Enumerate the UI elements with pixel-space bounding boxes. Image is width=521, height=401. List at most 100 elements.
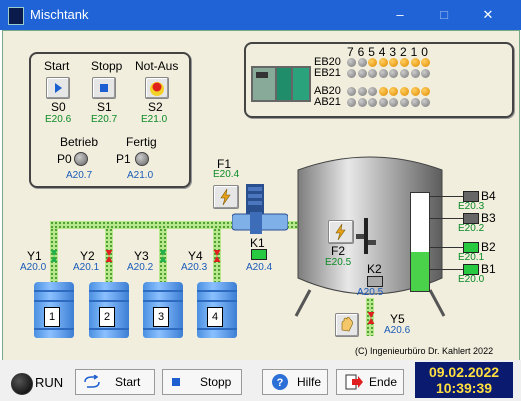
io-led: [357, 58, 367, 67]
tank-2: 2: [89, 282, 129, 338]
s1-addr: E20.7: [91, 114, 118, 125]
stop-square-icon: [172, 378, 180, 386]
start-label: Start: [44, 59, 70, 73]
copyright-text: (C) Ingenieurbüro Dr. Kahlert 2022: [355, 346, 494, 356]
s0-start-button[interactable]: [46, 77, 70, 99]
k2-addr: A20.5: [357, 287, 384, 298]
stop-button-label: Stopp: [200, 375, 232, 389]
k1-indicator: [251, 249, 267, 260]
s2-emergency-button[interactable]: [145, 77, 169, 99]
y1-label: Y1: [27, 249, 42, 263]
run-label: RUN: [35, 375, 64, 390]
hand-icon: [341, 316, 353, 332]
title-bar: Mischtank – □ ✕: [0, 0, 521, 30]
io-led: [400, 98, 409, 107]
io-led: [378, 98, 388, 107]
app-icon: [8, 7, 24, 25]
maximize-button[interactable]: □: [426, 2, 462, 28]
io-led: [400, 87, 409, 96]
help-button-label: Hilfe: [297, 375, 322, 389]
io-row-label: EB21: [314, 67, 341, 79]
sensor-line: [430, 269, 463, 270]
minimize-button[interactable]: –: [382, 2, 418, 28]
start-button[interactable]: Start: [75, 369, 155, 395]
tank-3-number: 3: [153, 307, 169, 327]
svg-text:?: ?: [277, 377, 284, 389]
k1-label: K1: [250, 236, 265, 250]
k1-addr: A20.4: [246, 262, 273, 273]
y2-addr: A20.1: [73, 262, 100, 273]
close-button[interactable]: ✕: [470, 2, 506, 28]
p1-id: P1: [116, 152, 131, 166]
emergency-stop-icon: [150, 82, 164, 96]
valve-y2-icon[interactable]: [102, 250, 116, 262]
window-title: Mischtank: [30, 7, 89, 22]
level-gauge: [410, 192, 430, 292]
lightning-icon: [220, 188, 231, 206]
io-led: [347, 69, 356, 78]
sensor-b3-addr: E20.2: [458, 223, 485, 234]
drain-hand-button[interactable]: [335, 313, 359, 337]
valve-y3-icon[interactable]: [156, 250, 170, 262]
io-led: [410, 58, 420, 67]
sensor-b1-addr: E20.0: [458, 274, 485, 285]
datetime-display: 09.02.2022 10:39:39: [415, 362, 513, 398]
end-button[interactable]: Ende: [336, 369, 404, 395]
tank-1-number: 1: [44, 307, 60, 327]
date-text: 09.02.2022: [428, 364, 500, 380]
p0-lamp: [74, 152, 88, 166]
io-led: [347, 87, 356, 96]
y2-label: Y2: [80, 249, 95, 263]
tank-4-number: 4: [207, 307, 223, 327]
s1-stop-button[interactable]: [92, 77, 116, 99]
sensor-line: [430, 247, 463, 248]
y4-addr: A20.3: [181, 262, 208, 273]
s1-id: S1: [97, 100, 112, 114]
p1-addr: A21.0: [127, 170, 154, 181]
f2-label: F2: [331, 244, 346, 258]
f1-protection-button[interactable]: [213, 185, 239, 209]
y3-addr: A20.2: [127, 262, 154, 273]
f2-protection-button[interactable]: [328, 220, 354, 244]
io-led: [347, 98, 356, 107]
io-bit-4: 4: [378, 45, 386, 59]
io-led: [410, 98, 420, 107]
start-button-label: Start: [115, 375, 141, 389]
stop-square-icon: [100, 84, 108, 92]
io-bit-7: 7: [347, 45, 354, 59]
y3-label: Y3: [134, 249, 149, 263]
io-bit-0: 0: [421, 45, 428, 59]
help-button[interactable]: ? Hilfe: [262, 369, 328, 395]
io-row-label: AB21: [314, 96, 341, 108]
y5-addr: A20.6: [384, 325, 411, 336]
io-led: [347, 58, 356, 67]
io-bit-6: 6: [357, 45, 365, 59]
io-bit-2: 2: [400, 45, 407, 59]
time-text: 10:39:39: [435, 380, 493, 396]
io-led: [378, 87, 388, 96]
stopp-label: Stopp: [91, 59, 123, 73]
io-led: [410, 69, 420, 78]
betrieb-label: Betrieb: [60, 135, 99, 149]
valve-y4-icon[interactable]: [210, 250, 224, 262]
k2-indicator: [367, 276, 383, 287]
tank-4: 4: [197, 282, 237, 338]
io-led: [357, 87, 367, 96]
p0-addr: A20.7: [66, 170, 93, 181]
s2-id: S2: [148, 100, 163, 114]
valve-y1-icon[interactable]: [47, 250, 61, 262]
help-icon: ?: [272, 374, 288, 390]
sensor-line: [430, 196, 463, 197]
y5-label: Y5: [390, 312, 405, 326]
exit-icon: [345, 374, 363, 390]
tank-1: 1: [34, 282, 74, 338]
p1-lamp: [135, 152, 149, 166]
stop-button[interactable]: Stopp: [162, 369, 242, 395]
s0-id: S0: [51, 100, 66, 114]
sensor-line: [430, 218, 463, 219]
io-bit-3: 3: [389, 45, 397, 59]
play-icon: [55, 83, 62, 93]
p0-id: P0: [57, 152, 72, 166]
valve-y5-icon[interactable]: [364, 312, 378, 324]
io-led: [410, 87, 420, 96]
